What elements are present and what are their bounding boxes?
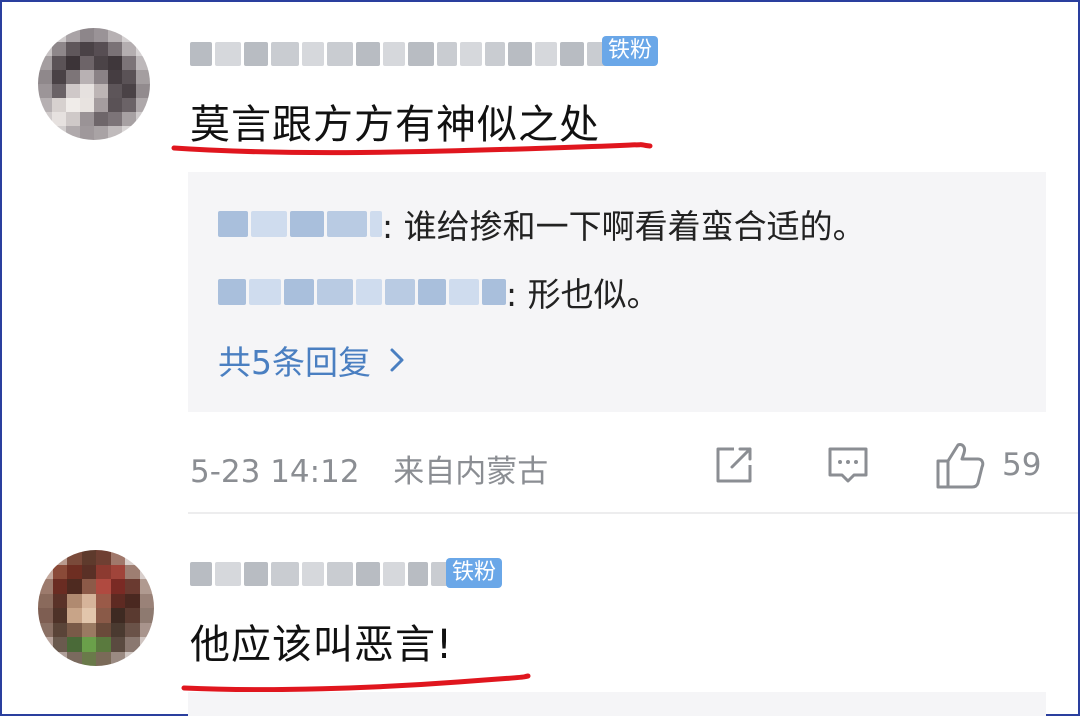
reply-text: : 形也似。 (506, 275, 660, 314)
reply-box[interactable]: ████ : 谁给掺和一下啊看着蛮合适的。 ██████ : 形也似。 共5条回… (188, 172, 1046, 412)
reply-author[interactable]: ██████ (218, 277, 506, 307)
reply-item: ██████ : 形也似。 (218, 270, 660, 314)
comment-item: █████ 铁粉 莫言跟方方有神似之处 ████ : 谁给掺和一下啊看着蛮合适的… (2, 2, 1078, 514)
fan-badge: 铁粉 (446, 558, 503, 588)
comment-item: █████ 铁粉 他应该叫恶言! (2, 516, 1078, 716)
like-button[interactable]: 59 (934, 439, 1041, 491)
like-count: 59 (1002, 447, 1042, 483)
location: 来自内蒙古 (393, 454, 549, 490)
fan-badge: 铁粉 (602, 36, 659, 66)
reply-text: : 谁给掺和一下啊看着蛮合适的。 (382, 207, 866, 246)
avatar[interactable] (38, 28, 150, 140)
comment-icon (828, 447, 868, 483)
red-underline (171, 142, 653, 156)
timestamp: 5-23 14:12 (190, 454, 360, 490)
avatar[interactable] (38, 550, 154, 666)
comment-meta: 5-23 14:12 来自内蒙古 (190, 446, 548, 491)
reply-author[interactable]: ████ (218, 209, 382, 239)
share-icon (716, 447, 752, 483)
username[interactable]: █████ (190, 36, 607, 72)
more-replies-label: 共5条回复 (218, 343, 371, 382)
share-button[interactable] (712, 443, 756, 487)
more-replies-link[interactable]: 共5条回复 (218, 336, 405, 384)
comment-text[interactable]: 他应该叫恶言! (190, 622, 453, 668)
like-icon (936, 443, 985, 489)
username[interactable]: █████ (190, 556, 455, 592)
reply-box[interactable] (188, 692, 1046, 716)
chevron-right-icon (390, 348, 404, 372)
divider (188, 512, 1078, 514)
reply-item: ████ : 谁给掺和一下啊看着蛮合适的。 (218, 202, 866, 246)
reply-button[interactable] (824, 443, 872, 487)
